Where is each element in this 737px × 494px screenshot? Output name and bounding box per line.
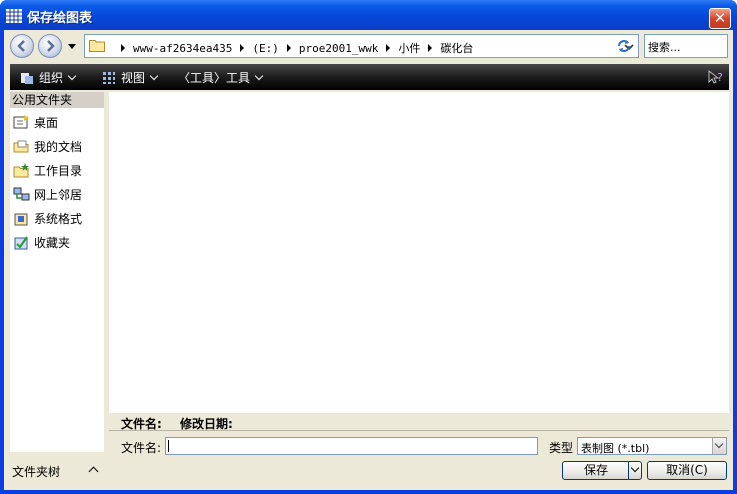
folder-icon <box>89 40 105 52</box>
modified-column-header[interactable]: 修改日期: <box>180 415 233 432</box>
text-caret <box>168 440 169 452</box>
close-button[interactable]: ✕ <box>709 8 731 29</box>
sidebar-list: 桌面 我的文档 工作目录 网上邻居 系统格式 收藏夹 <box>10 108 104 452</box>
filename-row: 文件名: 类型 表制图 (*.tbl) <box>109 435 729 457</box>
filename-input[interactable] <box>165 437 538 455</box>
address-row: www-af2634ea435 (E:) proe2001_wwk 小件 碳化台 <box>4 30 733 62</box>
tools-menu[interactable]: 〈工具〉工具 <box>178 69 264 86</box>
address-bar[interactable]: www-af2634ea435 (E:) proe2001_wwk 小件 碳化台 <box>84 34 639 58</box>
sidebar: 公用文件夹 桌面 我的文档 工作目录 网上邻居 系统格式 收藏夹 <box>10 92 104 452</box>
sidebar-item-system-format[interactable]: 系统格式 <box>10 206 104 230</box>
view-label: 视图 <box>121 71 146 85</box>
organize-icon <box>21 72 33 84</box>
sidebar-item-label: 系统格式 <box>34 211 83 226</box>
breadcrumb-item[interactable]: www-af2634ea435 <box>133 42 232 55</box>
filename-label: 文件名: <box>121 441 162 455</box>
type-label: 类型 <box>549 441 574 455</box>
search-input[interactable]: 搜索... <box>644 34 728 58</box>
chevron-up-icon[interactable] <box>88 466 99 477</box>
breadcrumb-item[interactable]: proe2001_wwk <box>299 42 378 55</box>
drawing-table-icon <box>6 9 22 23</box>
filename-column-header[interactable]: 文件名: <box>121 415 162 432</box>
chevron-down-icon <box>67 71 77 80</box>
view-icon <box>103 71 115 84</box>
title-bar[interactable]: 保存绘图表 ✕ <box>0 0 737 30</box>
close-icon: ✕ <box>713 9 727 27</box>
sidebar-item-documents[interactable]: 我的文档 <box>10 134 104 158</box>
forward-button[interactable] <box>38 34 62 58</box>
sidebar-header: 公用文件夹 <box>10 92 104 108</box>
svg-text:?: ? <box>717 71 723 84</box>
file-type-select[interactable]: 表制图 (*.tbl) <box>577 437 727 455</box>
favorites-icon <box>14 235 28 249</box>
sidebar-item-label: 收藏夹 <box>34 235 71 250</box>
breadcrumb-item[interactable]: (E:) <box>252 42 279 55</box>
back-arrow-icon <box>17 40 25 52</box>
folder-tree-toggle[interactable]: 文件夹树 <box>12 463 60 480</box>
system-format-icon <box>14 213 28 225</box>
file-type-value: 表制图 (*.tbl) <box>581 442 650 455</box>
breadcrumb-separator-icon <box>386 44 391 52</box>
tools-label: 〈工具〉工具 <box>178 71 251 85</box>
forward-arrow-icon <box>47 40 55 52</box>
documents-icon <box>13 140 29 152</box>
save-button[interactable]: 保存 <box>562 461 630 480</box>
sidebar-item-network[interactable]: 网上邻居 <box>10 182 104 206</box>
working-dir-icon <box>13 162 29 177</box>
organize-menu[interactable]: 组织 <box>20 69 77 86</box>
command-toolbar: 组织 视图 〈工具〉工具 ? <box>10 64 729 90</box>
sidebar-item-favorites[interactable]: 收藏夹 <box>10 230 104 254</box>
organize-label: 组织 <box>39 71 64 85</box>
details-header: 文件名: 修改日期: <box>109 413 729 431</box>
breadcrumb-separator-icon <box>240 44 245 52</box>
sidebar-item-working-dir[interactable]: 工作目录 <box>10 158 104 182</box>
sidebar-item-desktop[interactable]: 桌面 <box>10 110 104 134</box>
sidebar-item-label: 桌面 <box>34 115 59 130</box>
network-icon <box>13 187 30 200</box>
chevron-down-icon <box>149 71 159 80</box>
save-dialog-window: 保存绘图表 ✕ www-af2634ea435 (E:) proe2001_ww… <box>0 0 737 494</box>
breadcrumb-separator-icon <box>286 44 291 52</box>
breadcrumb: www-af2634ea435 (E:) proe2001_wwk 小件 碳化台 <box>113 40 473 56</box>
save-options-button[interactable] <box>628 461 642 480</box>
file-list[interactable] <box>109 92 729 413</box>
refresh-icon[interactable] <box>616 38 632 54</box>
bottom-bar: 文件夹树 保存 取消(C) <box>4 458 733 488</box>
breadcrumb-item[interactable]: 小件 <box>398 40 420 56</box>
history-dropdown-icon[interactable] <box>68 42 76 50</box>
desktop-icon <box>13 114 29 128</box>
breadcrumb-separator-icon <box>428 44 433 52</box>
cancel-button[interactable]: 取消(C) <box>647 461 727 480</box>
help-icon[interactable]: ? <box>707 68 725 86</box>
chevron-down-icon <box>254 71 264 80</box>
chevron-down-icon[interactable] <box>712 438 726 454</box>
sidebar-item-label: 我的文档 <box>34 139 83 154</box>
sidebar-item-label: 网上邻居 <box>34 187 83 202</box>
dialog-body: www-af2634ea435 (E:) proe2001_wwk 小件 碳化台 <box>4 30 733 490</box>
breadcrumb-separator-icon <box>121 44 125 52</box>
view-menu[interactable]: 视图 <box>102 69 159 86</box>
sidebar-item-label: 工作目录 <box>34 163 83 178</box>
back-button[interactable] <box>10 34 34 58</box>
window-title: 保存绘图表 <box>27 11 93 26</box>
breadcrumb-item[interactable]: 碳化台 <box>440 40 473 56</box>
